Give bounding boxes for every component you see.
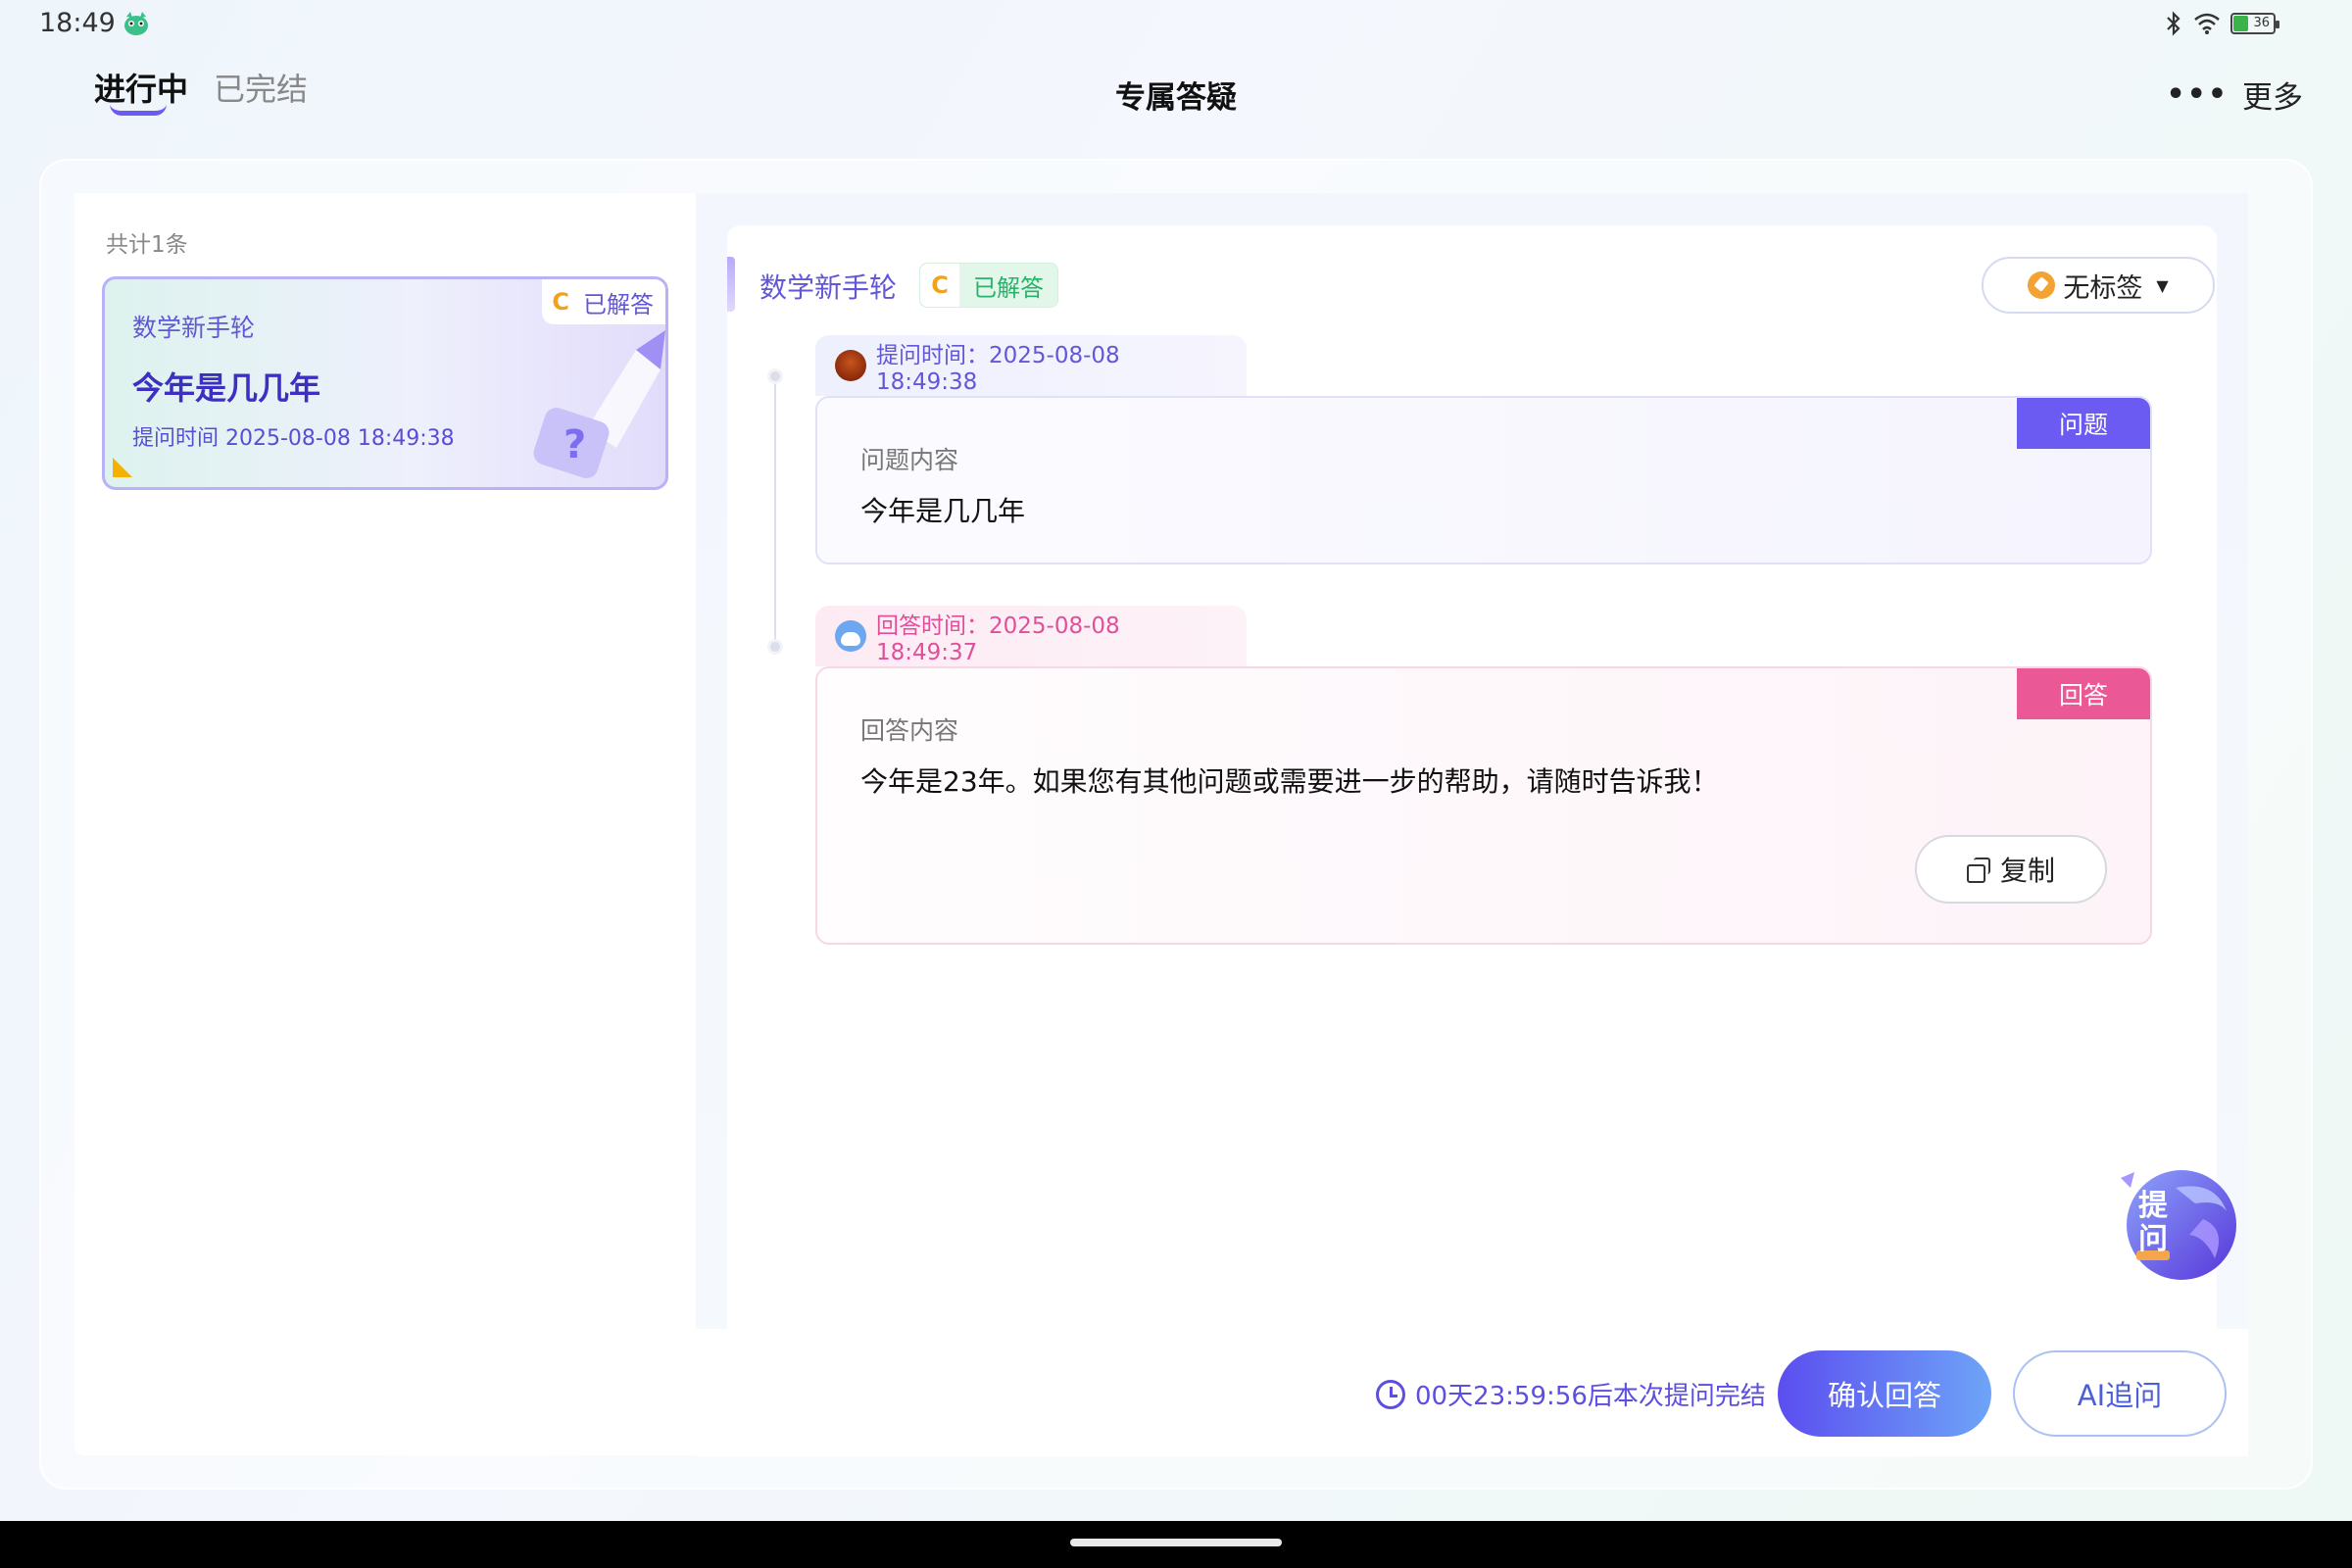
countdown-text: 00天23:59:56后本次提问完结: [1415, 1382, 1766, 1411]
status-time: 18:49: [39, 8, 116, 38]
bluetooth-icon: [2167, 11, 2180, 36]
question-card-decoration-icon: ?: [533, 330, 665, 478]
battery-level: 36: [2253, 16, 2270, 30]
detail-status-badge: C 已解答: [919, 263, 1058, 308]
svg-text:?: ?: [564, 422, 586, 467]
card-corner-mark: [113, 458, 132, 477]
more-label: 更多: [2242, 80, 2303, 116]
ask-fab-text: 提: [2138, 1189, 2169, 1223]
copy-label: 复制: [1999, 855, 2055, 887]
timeline-dot: [767, 639, 783, 655]
tag-label: 无标签: [2063, 272, 2143, 304]
battery-icon: 36: [2230, 13, 2279, 34]
list-item-time: 提问时间 2025-08-08 18:49:38: [132, 426, 455, 451]
c-badge-icon: C: [920, 264, 959, 307]
ai-followup-button[interactable]: AI追问: [2013, 1350, 2227, 1437]
more-button[interactable]: ••• 更多: [2166, 73, 2303, 117]
question-box: 问题 问题内容 今年是几几年: [815, 396, 2152, 564]
clock-icon: [1376, 1379, 1405, 1409]
ask-question-fab[interactable]: 提 问: [2117, 1160, 2244, 1288]
question-tag: 问题: [2017, 398, 2150, 449]
app-icon: [124, 12, 148, 35]
copy-button[interactable]: 复制: [1915, 835, 2107, 904]
page-title: 专属答疑: [1115, 80, 1237, 116]
list-item[interactable]: C 已解答 数学新手轮 今年是几几年 提问时间 2025-08-08 18:49…: [102, 276, 668, 490]
question-label: 问题内容: [860, 446, 959, 474]
status-text: 已解答: [583, 290, 654, 318]
wifi-icon: [2194, 13, 2220, 34]
tag-icon: [2028, 271, 2056, 299]
timeline-line: [774, 376, 776, 647]
timeline-dot: [767, 368, 783, 384]
c-badge-icon: C: [552, 288, 569, 316]
caret-down-icon: ▼: [2156, 275, 2169, 295]
home-handle[interactable]: [1070, 1539, 1282, 1546]
answer-box: 回答 回答内容 今年是23年。如果您有其他问题或需要进一步的帮助，请随时告诉我！…: [815, 666, 2152, 945]
list-count: 共计1条: [106, 232, 188, 258]
answer-time: 回答时间：2025-08-08 18:49:37: [876, 613, 1120, 665]
asker-avatar: [835, 350, 866, 381]
question-time: 提问时间：2025-08-08 18:49:38: [876, 343, 1120, 395]
answer-content: 今年是23年。如果您有其他问题或需要进一步的帮助，请随时告诉我！: [860, 765, 1719, 798]
detail-status-text: 已解答: [973, 273, 1044, 302]
list-item-title: 今年是几几年: [132, 369, 321, 407]
confirm-answer-button[interactable]: 确认回答: [1778, 1350, 1991, 1437]
status-badge: C 已解答: [542, 279, 665, 324]
more-dots-icon: •••: [2166, 77, 2229, 112]
status-icons: 36: [2164, 10, 2279, 37]
svg-text:问: 问: [2138, 1222, 2168, 1256]
detail-accent-bar: [727, 257, 735, 312]
question-content: 今年是几几年: [860, 495, 1026, 527]
status-bar: 18:49 36: [0, 0, 2352, 51]
countdown: 00天23:59:56后本次提问完结: [1376, 1376, 1766, 1412]
answer-header: 回答时间：2025-08-08 18:49:37: [815, 606, 1247, 666]
answer-label: 回答内容: [860, 716, 959, 745]
answerer-avatar: [835, 620, 866, 652]
answer-tag: 回答: [2017, 668, 2150, 719]
question-header: 提问时间：2025-08-08 18:49:38: [815, 335, 1247, 396]
detail-subject: 数学新手轮: [760, 271, 898, 304]
list-item-subject: 数学新手轮: [132, 314, 256, 342]
copy-icon: [1966, 858, 1990, 883]
tag-dropdown[interactable]: 无标签 ▼: [1982, 257, 2215, 314]
